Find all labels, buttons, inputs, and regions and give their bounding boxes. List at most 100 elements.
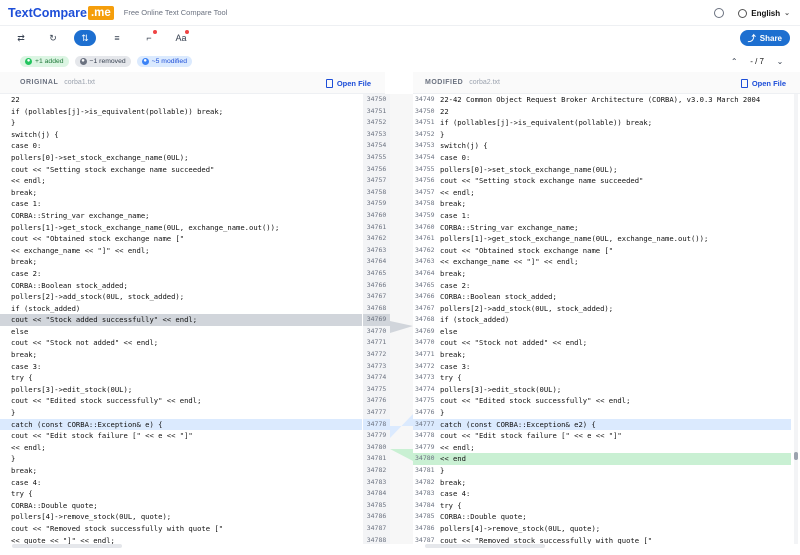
language-label: English [751,8,781,18]
diff-connector-gutter [390,94,413,544]
modified-code-text: } [440,466,445,475]
original-line-number: 34770 [366,326,387,335]
original-line-number: 34755 [366,152,387,161]
original-line-number: 34765 [366,268,387,277]
modified-badge[interactable]: ● ~5 modified [136,55,192,67]
removed-label: −1 removed [89,57,126,65]
original-code-line: break; [11,187,37,197]
next-diff-button[interactable]: ⌄ [772,53,788,69]
modified-code-text: if (pollables[j]->is_equivalent(pollable… [440,118,653,128]
modified-line-number: 34779 [415,442,435,451]
modified-code-text: << endl; [440,442,475,452]
previous-diff-button[interactable]: ⌃ [726,53,742,69]
open-original-file-button[interactable]: Open File [325,72,371,94]
modified-line-number: 34777 [415,419,435,428]
modified-line-number: 34766 [415,292,435,301]
modified-code-line: 34770 cout << "Stock not added" << endl; [413,337,791,349]
original-line-number: 34750 [366,95,387,103]
original-horizontal-scrollbar[interactable] [12,544,122,548]
file-icon [740,78,748,88]
original-code-line: cout << "Removed stock successfully with… [11,523,224,533]
original-code-line: << endl; [11,176,46,186]
modified-line-number: 34749 [415,95,435,103]
original-line-number: 34784 [366,489,387,498]
original-code-line: } [11,118,16,128]
modified-code-text: cout << "Setting stock exchange name suc… [440,176,644,186]
original-line-number: 34768 [366,303,387,312]
removed-badge[interactable]: ● −1 removed [74,55,131,67]
case-sensitivity-icon[interactable]: Aa [170,30,192,46]
modified-code-line: 34781} [413,465,791,477]
modified-line-number: 34750 [415,106,435,115]
modified-code-pane[interactable]: 34749 22-42 Common Object Request Broker … [413,94,791,544]
language-selector[interactable]: English ⌄ [738,8,790,18]
swap-icon[interactable]: ⇄ [10,30,32,46]
modified-line-number: 34784 [415,500,435,509]
original-title: ORIGINAL [20,79,59,86]
open-file-label: Open File [751,78,786,88]
modified-line-number: 34752 [415,129,435,138]
modified-horizontal-scrollbar[interactable] [425,544,545,548]
modified-code-line: 34759 case 1: [413,210,791,222]
modified-code-line: 34753 switch(j) { [413,140,791,152]
modified-code-text: cout << "Obtained stock exchange name [" [440,245,614,255]
original-code-line: } [11,408,16,418]
list-view-icon[interactable]: ≡ [106,30,128,46]
modified-code-line: 34778 cout << "Edit stock failure [" << e… [413,430,791,442]
modified-code-text: 22-42 Common Object Request Broker Archi… [440,95,761,104]
original-line-number: 34775 [366,384,387,393]
modified-line-number: 34754 [415,152,435,161]
chevron-down-icon: ⌄ [784,10,790,17]
original-code-pane[interactable]: 22 if (pollables[j]->is_equivalent(pollab… [0,94,362,544]
modified-line-number: 34763 [415,257,435,266]
original-code-line: CORBA::String_var exchange_name; [11,210,150,220]
modified-label: ~5 modified [151,57,187,65]
open-modified-file-button[interactable]: Open File [740,72,786,94]
original-panel-header: ORIGINAL corba1.txt Open File [0,72,385,94]
modified-line-number: 34783 [415,489,435,498]
modified-code-line: 34766 CORBA::Boolean stock_added; [413,291,791,303]
modified-code-line: 34772 case 3: [413,361,791,373]
modified-line-number: 34761 [415,234,435,243]
original-line-number: 34774 [366,373,387,382]
modified-line-number: 34753 [415,141,435,150]
modified-code-text: break; [440,268,466,278]
added-badge[interactable]: ● +1 added [20,55,69,67]
ignore-whitespace-icon[interactable]: ⌐ [138,30,160,46]
scrollbar-thumb[interactable] [794,452,798,460]
refresh-icon[interactable]: ↻ [42,30,64,46]
modified-code-text: if (stock_added) [440,315,510,325]
case-label: Aa [175,33,187,43]
original-code-line: if (stock_added) [11,303,81,313]
vertical-scrollbar[interactable] [794,94,798,544]
modified-line-number: 34757 [415,187,435,196]
modified-line-number: 34772 [415,361,435,370]
original-code-line: cout << "Stock added successfully" << en… [0,314,362,326]
modified-code-text: CORBA::Double quote; [440,512,527,522]
theme-toggle-icon[interactable] [714,8,725,18]
modified-line-number: 34787 [415,535,435,544]
modified-code-text: CORBA::Boolean stock_added; [440,292,557,302]
modified-code-text: try { [440,373,462,383]
original-code-line: << endl; [11,442,46,452]
modified-code-text: else [440,326,458,336]
logo[interactable]: TextCompare .me [8,5,114,20]
modified-code-text: CORBA::String_var exchange_name; [440,222,579,232]
original-code-line: switch(j) { [11,129,59,139]
modified-code-text: case 1: [440,210,471,220]
modified-code-line: 34757 << endl; [413,187,791,199]
original-code-line: cout << "Obtained stock exchange name [" [11,234,185,244]
modified-code-text: pollers[4]->remove_stock(0UL, quote); [440,523,601,533]
added-label: +1 added [35,57,64,65]
modified-line-number: 34767 [415,303,435,312]
globe-icon [738,8,748,18]
original-line-number: 34786 [366,512,387,521]
original-line-number: 34780 [366,442,387,451]
modified-icon: ● [141,57,149,65]
share-button[interactable]: ⤴ Share [739,30,790,46]
top-right-controls: English ⌄ [714,0,790,26]
split-view-icon[interactable]: ⇅ [74,30,96,46]
modified-line-number: 34756 [415,176,435,185]
original-code-line: pollers[1]->get_stock_exchange_name(0UL,… [11,222,280,232]
original-code-line: CORBA::Boolean stock_added; [11,280,128,290]
